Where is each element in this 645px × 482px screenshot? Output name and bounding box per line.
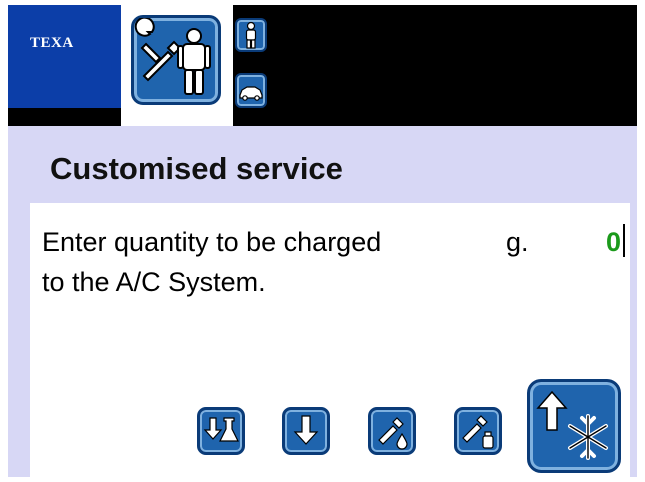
arrow-up-snowflake-button[interactable] xyxy=(527,379,621,473)
texa-logo: TEXA xyxy=(8,5,121,108)
download-flask-button[interactable] xyxy=(197,407,245,455)
arrow-down-button[interactable] xyxy=(282,407,330,455)
arrow-up-snowflake-icon xyxy=(536,390,608,460)
car-icon[interactable] xyxy=(235,73,267,108)
text-cursor xyxy=(623,224,625,257)
page-title: Customised service xyxy=(50,151,343,186)
logo-text: TEXA xyxy=(30,35,74,51)
person-icon[interactable] xyxy=(235,18,267,52)
dye-injector-icon xyxy=(462,415,494,449)
download-flask-icon xyxy=(203,417,239,442)
prompt-line-2: to the A/C System. xyxy=(42,267,266,297)
header-bar: TEXA xyxy=(8,5,637,126)
tools-and-person-icon[interactable] xyxy=(131,15,221,105)
unit-label: g. xyxy=(506,227,529,257)
arrow-down-icon xyxy=(293,415,319,445)
dye-injector-button[interactable] xyxy=(454,407,502,455)
oil-injector-icon xyxy=(378,417,408,450)
oil-injector-button[interactable] xyxy=(368,407,416,455)
prompt-line-1: Enter quantity to be charged xyxy=(42,227,382,257)
quantity-input[interactable]: 0 xyxy=(606,227,621,258)
device-screen: TEXA Customised service Enter quantity t… xyxy=(8,5,637,477)
